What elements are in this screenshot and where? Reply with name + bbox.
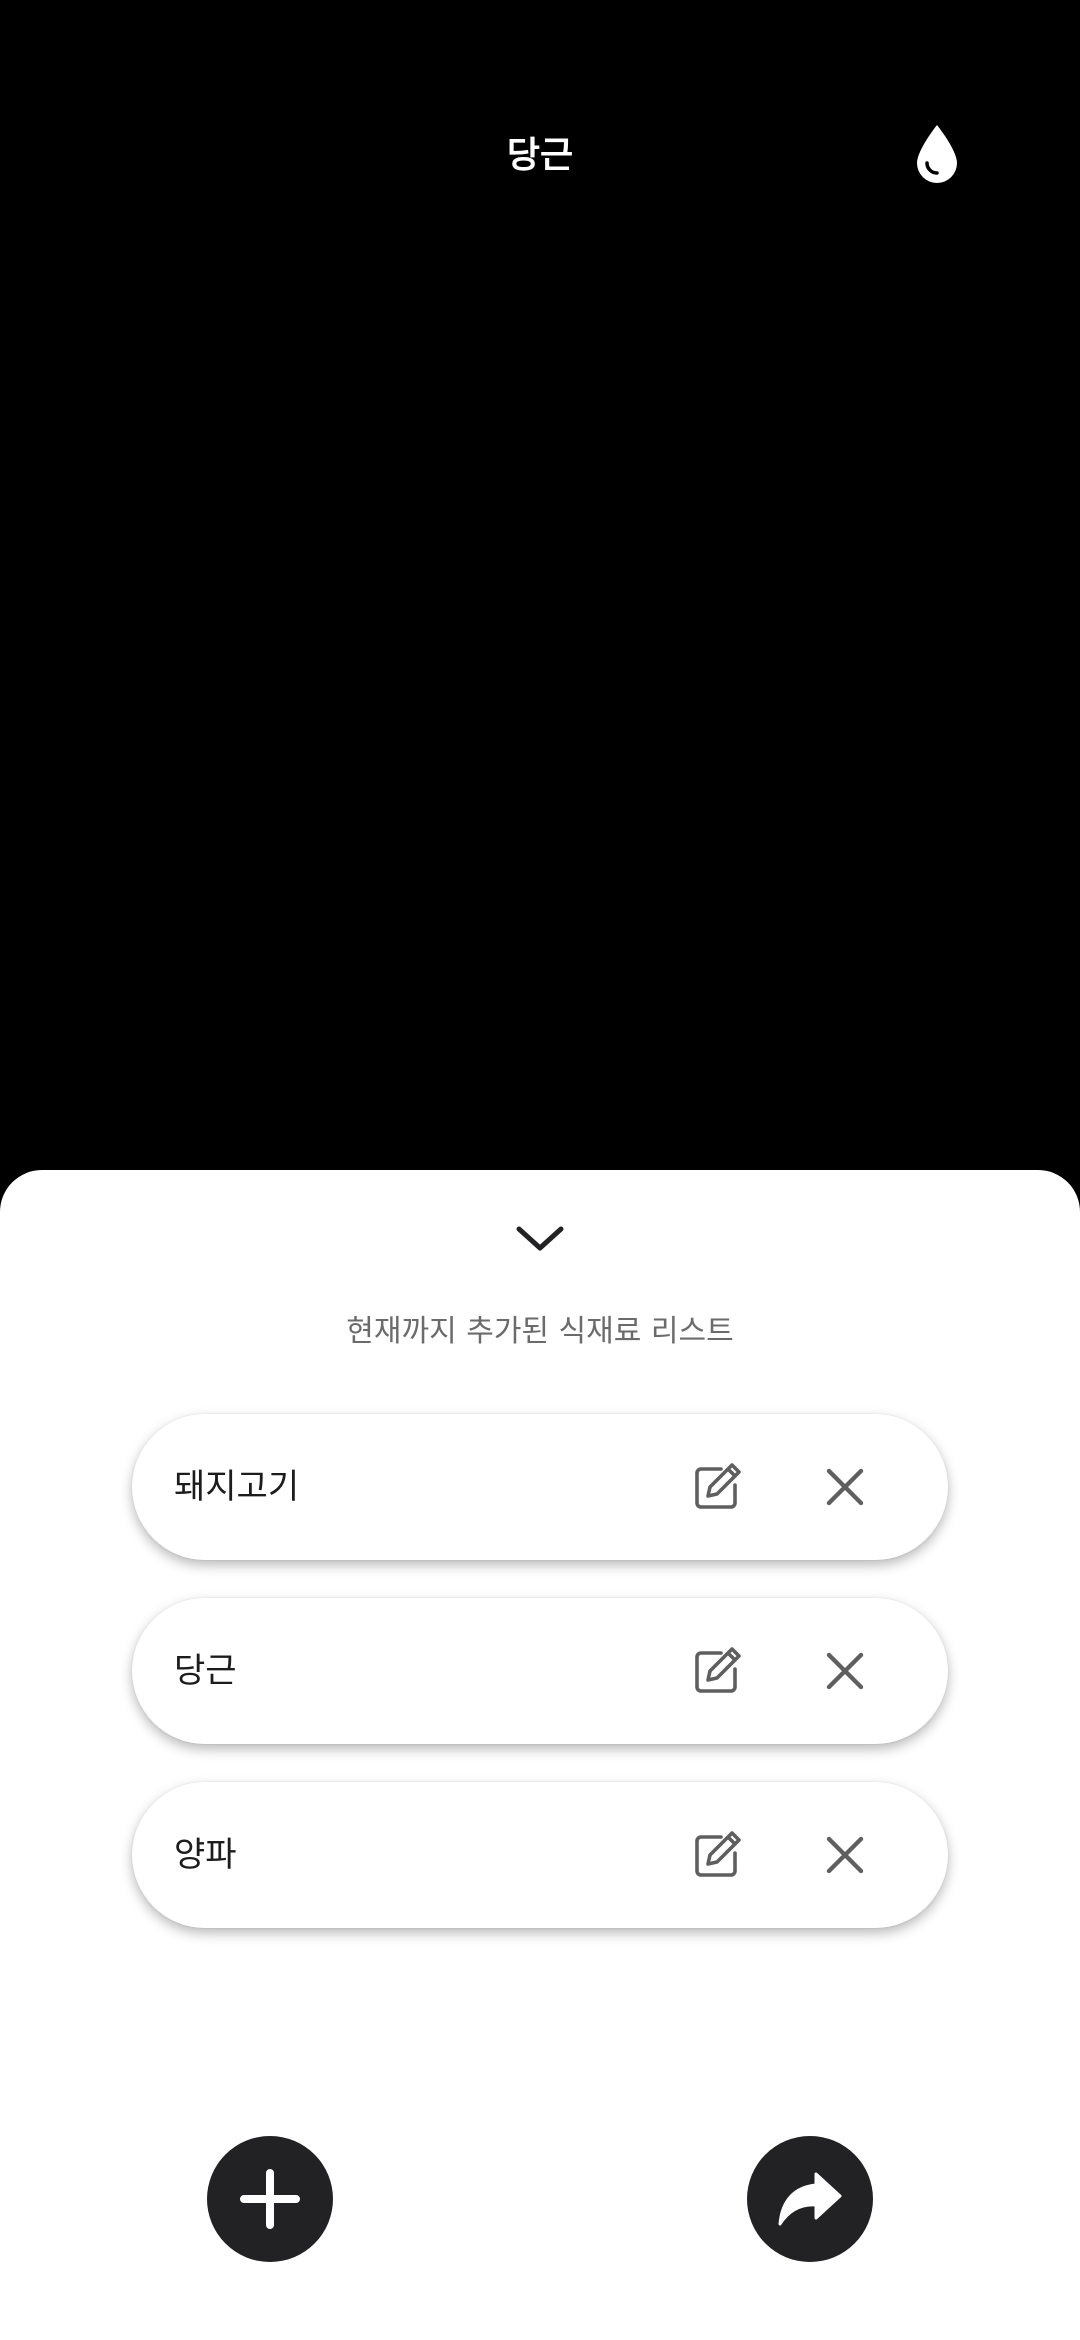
collapse-sheet-button[interactable] — [500, 1205, 580, 1271]
ingredient-list-title: 현재까지 추가된 식재료 리스트 — [346, 1314, 734, 1349]
share-arrow-icon — [778, 2172, 842, 2226]
delete-ingredient-button[interactable] — [810, 1452, 880, 1522]
ingredient-list: 돼지고기 당근 양파 — [132, 1414, 948, 1966]
ingredient-label: 양파 — [174, 1835, 237, 1875]
add-ingredient-button[interactable] — [207, 2136, 333, 2262]
close-icon — [826, 1836, 864, 1874]
chevron-down-icon — [516, 1226, 564, 1251]
edit-icon — [695, 1647, 741, 1693]
close-icon — [826, 1468, 864, 1506]
ingredient-item: 돼지고기 — [132, 1414, 948, 1560]
ingredient-label: 당근 — [174, 1651, 237, 1691]
ingredient-item: 당근 — [132, 1598, 948, 1744]
ingredient-item: 양파 — [132, 1782, 948, 1928]
edit-ingredient-button[interactable] — [682, 1820, 752, 1890]
edit-ingredient-button[interactable] — [682, 1636, 752, 1706]
close-icon — [826, 1652, 864, 1690]
share-button[interactable] — [747, 2136, 873, 2262]
plus-icon — [240, 2169, 300, 2229]
edit-ingredient-button[interactable] — [682, 1452, 752, 1522]
edit-icon — [695, 1831, 741, 1877]
top-bar: 당근 — [0, 0, 1080, 320]
delete-ingredient-button[interactable] — [810, 1820, 880, 1890]
delete-ingredient-button[interactable] — [810, 1636, 880, 1706]
ingredient-label: 돼지고기 — [174, 1467, 300, 1507]
water-drop-icon — [917, 125, 957, 183]
edit-icon — [695, 1463, 741, 1509]
camera-preview[interactable] — [0, 320, 1080, 1170]
water-drop-button[interactable] — [902, 114, 972, 194]
